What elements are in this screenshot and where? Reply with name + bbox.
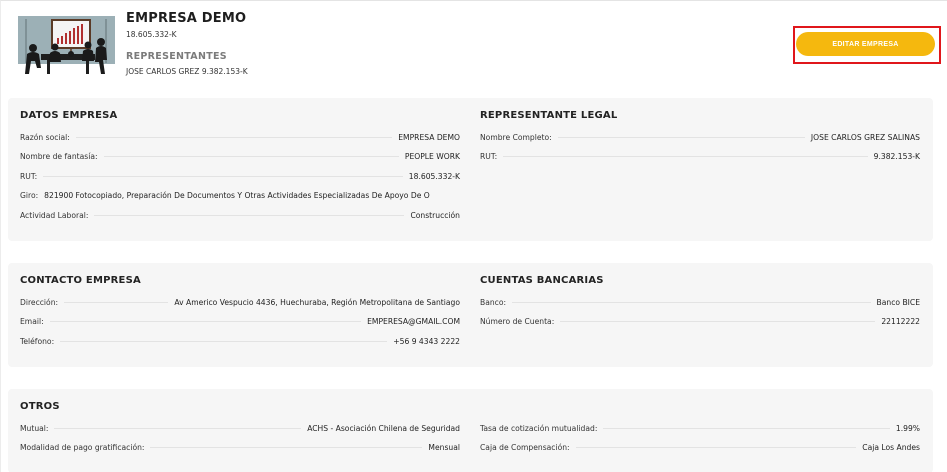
section-title-otros: OTROS [20, 401, 60, 412]
representatives-value: JOSE CARLOS GREZ 9.382.153-K [126, 67, 248, 76]
field-value: EMPRESA DEMO [398, 132, 460, 142]
dotted-leader [54, 427, 302, 429]
field-row-nombre-completo: Nombre Completo: JOSE CARLOS GREZ SALINA… [480, 131, 920, 143]
field-value: Av Americo Vespucio 4436, Huechuraba, Re… [174, 297, 460, 307]
field-label: Actividad Laboral: [20, 210, 89, 220]
field-value: Banco BICE [876, 297, 920, 307]
company-header: EMPRESA DEMO 18.605.332-K REPRESENTANTES… [1, 1, 947, 91]
field-label: RUT: [480, 151, 498, 161]
field-label: Giro: [20, 190, 39, 200]
dotted-leader [603, 427, 890, 429]
field-label: Caja de Compensación: [480, 442, 570, 452]
field-value: 18.605.332-K [408, 171, 460, 181]
field-value: EMPERESA@GMAIL.COM [367, 316, 460, 326]
field-label: Banco: [480, 297, 507, 307]
dotted-leader [60, 340, 388, 342]
dotted-leader [103, 155, 399, 157]
field-row-actividad-laboral: Actividad Laboral: Construcción [20, 209, 460, 221]
company-data-card: DATOS EMPRESA Razón social: EMPRESA DEMO… [8, 98, 933, 241]
dotted-leader [575, 446, 857, 448]
field-row-caja-compensacion: Caja de Compensación: Caja Los Andes [480, 441, 920, 453]
field-row-numero-cuenta: Número de Cuenta: 22112222 [480, 315, 920, 327]
dotted-leader [49, 320, 362, 322]
field-value: PEOPLE WORK [404, 151, 460, 161]
field-label: Nombre de fantasía: [20, 151, 98, 161]
field-row-nombre-fantasia: Nombre de fantasía: PEOPLE WORK [20, 150, 460, 162]
field-label: Email: [20, 316, 44, 326]
field-label: Modalidad de pago gratificación: [20, 442, 145, 452]
field-row-telefono: Teléfono: +56 9 4343 2222 [20, 335, 460, 347]
field-label: Teléfono: [20, 336, 55, 346]
field-row-rut-representante: RUT: 9.382.153-K [480, 150, 920, 162]
field-label: Dirección: [20, 297, 59, 307]
field-row-rut: RUT: 18.605.332-K [20, 170, 460, 182]
field-value: Construcción [410, 210, 460, 220]
dotted-leader [150, 446, 423, 448]
field-value: 22112222 [881, 316, 920, 326]
contact-card: CONTACTO EMPRESA Dirección: Av Americo V… [8, 263, 933, 367]
meeting-presentation-icon [15, 14, 118, 77]
dotted-leader [512, 301, 871, 303]
dotted-leader [94, 214, 405, 216]
field-row-email: Email: EMPERESA@GMAIL.COM [20, 315, 460, 327]
company-rut: 18.605.332-K [126, 30, 177, 39]
company-logo-image [15, 14, 118, 77]
section-title-datos-empresa: DATOS EMPRESA [20, 110, 118, 121]
field-value: Mensual [428, 442, 460, 452]
other-info-card: OTROS Mutual: ACHS - Asociación Chilena … [8, 389, 933, 472]
field-row-mutual: Mutual: ACHS - Asociación Chilena de Seg… [20, 422, 460, 434]
representatives-title: REPRESENTANTES [126, 51, 227, 62]
section-title-cuentas-bancarias: CUENTAS BANCARIAS [480, 275, 604, 286]
dotted-leader [75, 136, 393, 138]
field-row-banco: Banco: Banco BICE [480, 296, 920, 308]
dotted-leader [557, 136, 805, 138]
dotted-leader [560, 320, 876, 322]
field-value: 9.382.153-K [873, 151, 920, 161]
dotted-leader [503, 155, 868, 157]
field-label: Mutual: [20, 423, 49, 433]
field-value: ACHS - Asociación Chilena de Seguridad [307, 423, 460, 433]
company-name: EMPRESA DEMO [126, 11, 247, 26]
field-row-direccion: Dirección: Av Americo Vespucio 4436, Hue… [20, 296, 460, 308]
edit-company-button[interactable]: EDITAR EMPRESA [796, 32, 935, 56]
field-row-giro: Giro: 821900 Fotocopiado, Preparación De… [20, 189, 460, 201]
field-value: Caja Los Andes [862, 442, 920, 452]
field-row-razon-social: Razón social: EMPRESA DEMO [20, 131, 460, 143]
field-label: Número de Cuenta: [480, 316, 555, 326]
field-value: 821900 Fotocopiado, Preparación De Docum… [44, 190, 430, 200]
company-profile-page: EMPRESA DEMO 18.605.332-K REPRESENTANTES… [0, 0, 947, 472]
dotted-leader [43, 175, 403, 177]
field-value: JOSE CARLOS GREZ SALINAS [810, 132, 920, 142]
field-row-tasa-cotizacion: Tasa de cotización mutualidad: 1.99% [480, 422, 920, 434]
section-title-representante-legal: REPRESENTANTE LEGAL [480, 110, 618, 121]
dotted-leader [64, 301, 169, 303]
field-value: +56 9 4343 2222 [393, 336, 460, 346]
field-value: 1.99% [895, 423, 920, 433]
field-label: RUT: [20, 171, 38, 181]
field-label: Nombre Completo: [480, 132, 552, 142]
section-title-contacto-empresa: CONTACTO EMPRESA [20, 275, 141, 286]
field-row-modalidad-gratificacion: Modalidad de pago gratificación: Mensual [20, 441, 460, 453]
field-label: Razón social: [20, 132, 70, 142]
field-label: Tasa de cotización mutualidad: [480, 423, 598, 433]
